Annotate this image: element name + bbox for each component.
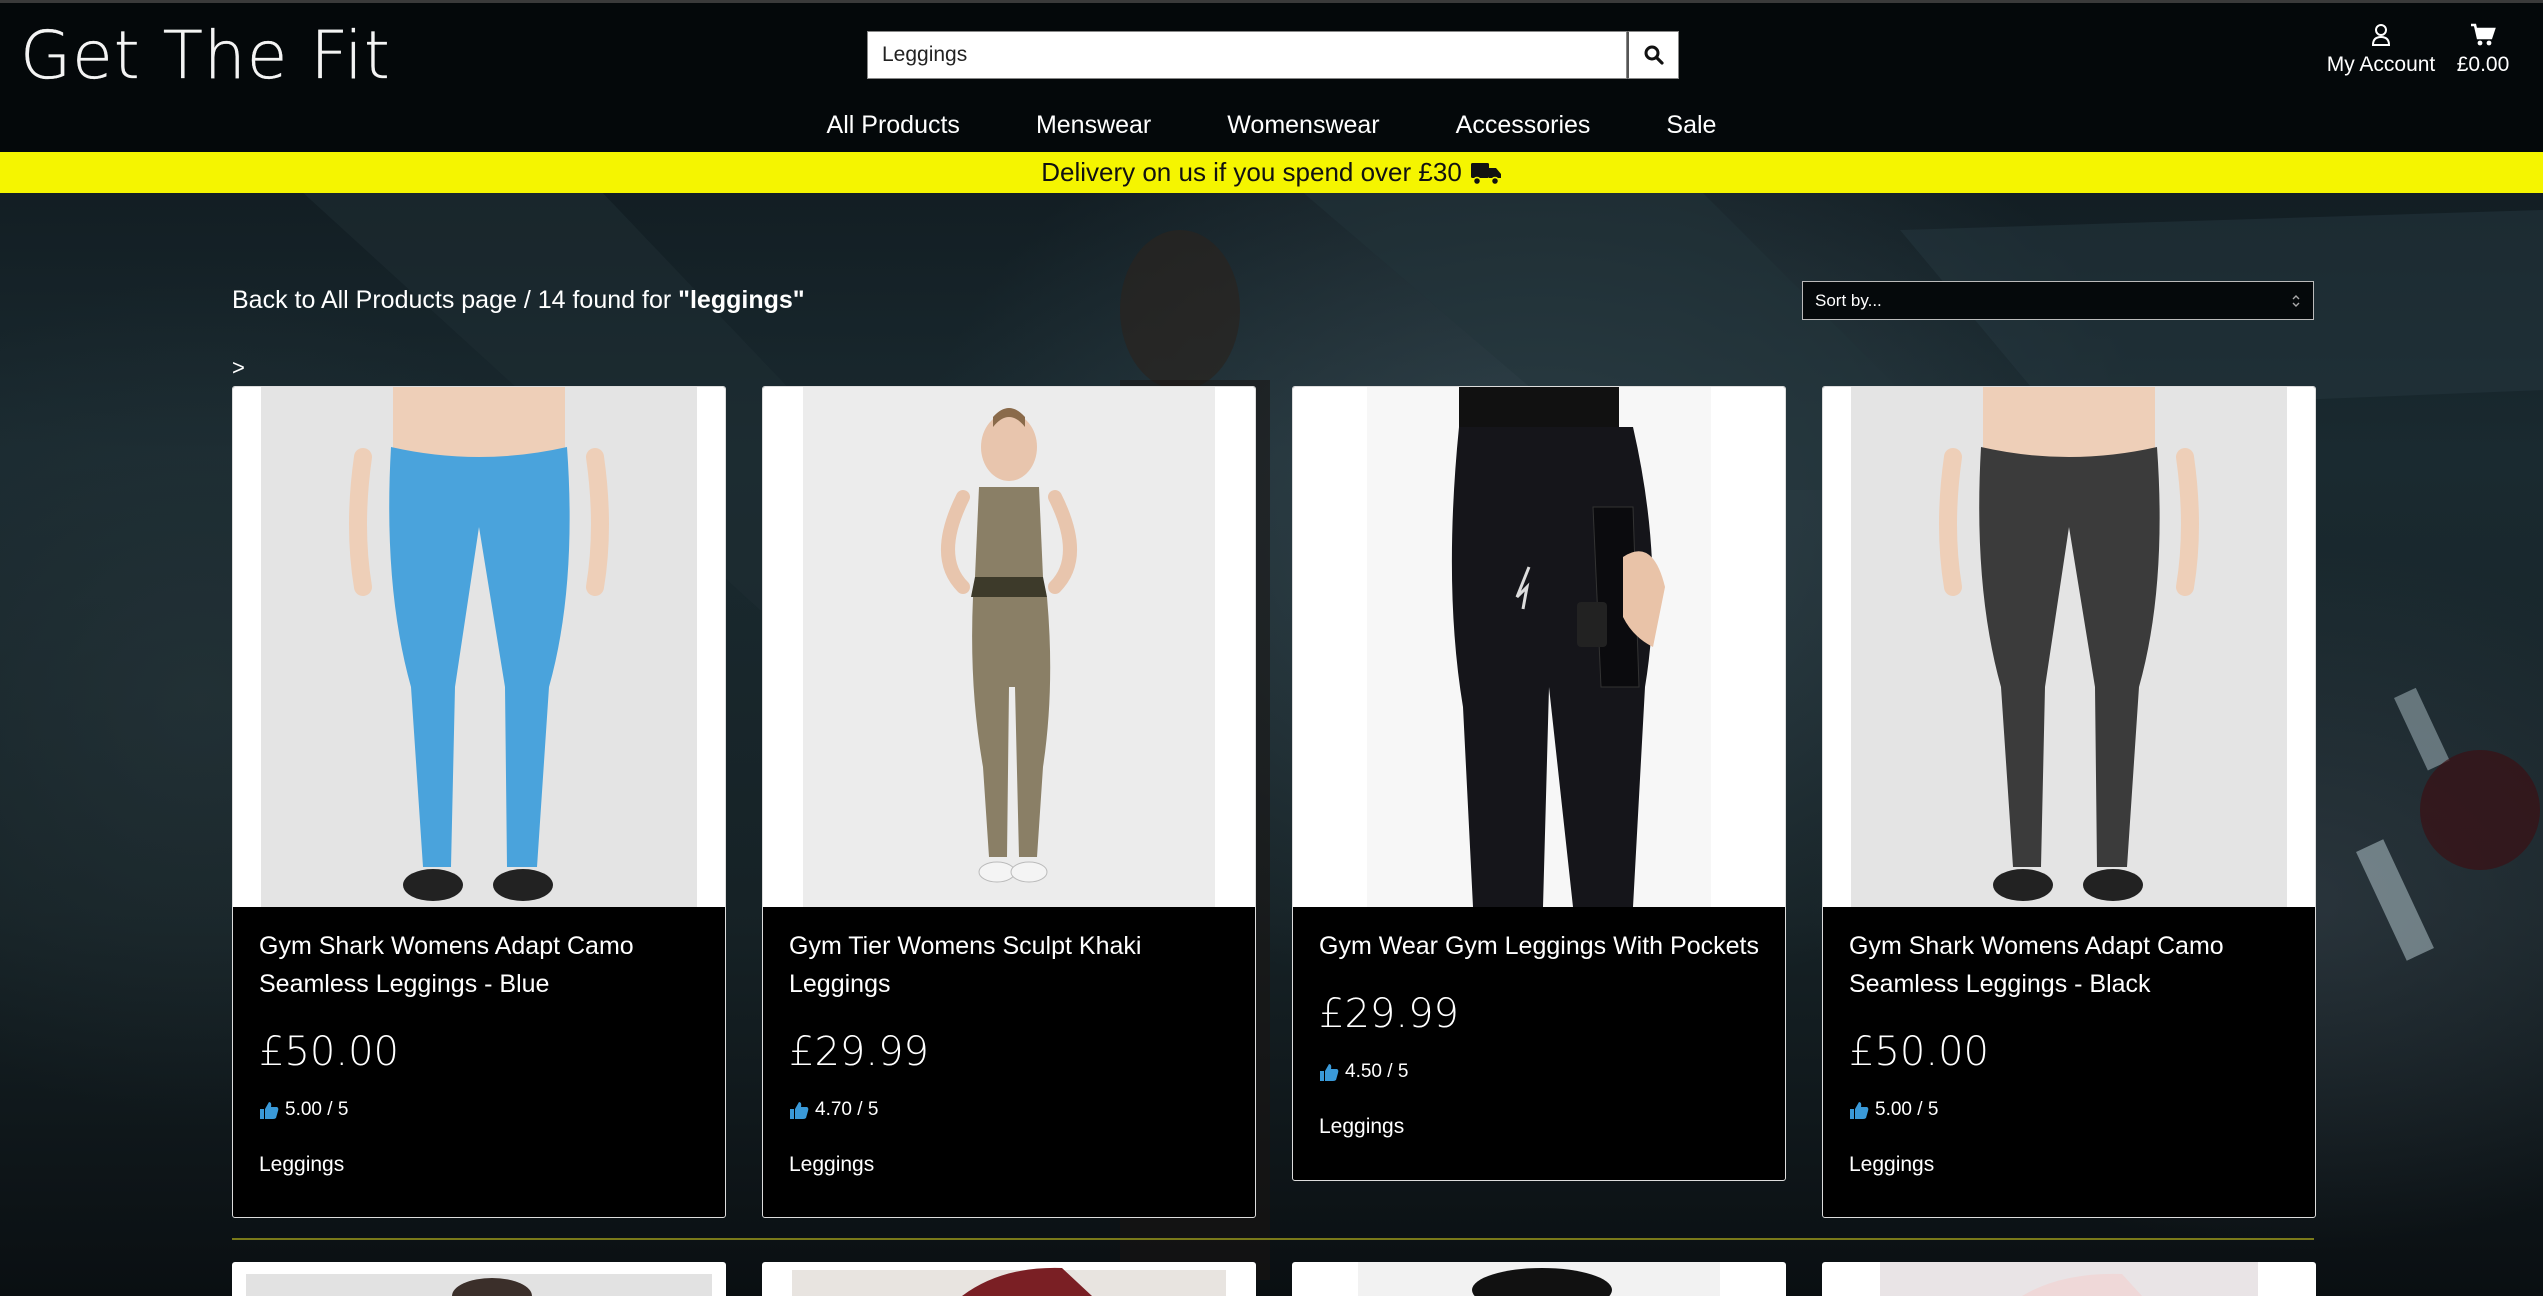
product-card-partial[interactable] (1822, 1262, 2316, 1296)
product-category: Leggings (1319, 1115, 1405, 1138)
delivery-banner-text: Delivery on us if you spend over £30 (1041, 157, 1462, 187)
cart-icon (2471, 23, 2496, 46)
partial-product-image (246, 1274, 712, 1296)
product-card-partial[interactable] (1292, 1262, 1786, 1296)
product-title[interactable]: Gym Tier Womens Sculpt Khaki Leggings (763, 907, 1255, 1003)
product-category: Leggings (789, 1153, 875, 1176)
product-image[interactable] (763, 387, 1255, 907)
product-card[interactable]: Gym Shark Womens Adapt Camo Seamless Leg… (232, 386, 726, 1218)
nav-accessories[interactable]: Accessories (1456, 101, 1591, 151)
product-image[interactable] (1293, 387, 1785, 907)
product-card[interactable]: Gym Tier Womens Sculpt Khaki Leggings £2… (762, 386, 1256, 1218)
product-title[interactable]: Gym Shark Womens Adapt Camo Seamless Leg… (233, 907, 725, 1003)
product-card-partial[interactable] (762, 1262, 1256, 1296)
back-to-all-products-link[interactable]: Back to All Products page (232, 286, 517, 314)
site-header: Get The Fit My Account £0.00 All Product… (0, 0, 2543, 152)
search-input[interactable] (867, 31, 1627, 79)
nav-womenswear[interactable]: Womenswear (1227, 101, 1379, 151)
my-account-link[interactable]: My Account (2296, 23, 2466, 77)
my-account-label: My Account (2326, 53, 2436, 76)
search-button[interactable] (1627, 31, 1679, 79)
thumbs-up-icon (1850, 1102, 1869, 1119)
product-card[interactable]: Gym Wear Gym Leggings With Pockets £29.9… (1292, 386, 1786, 1181)
product-image[interactable] (233, 387, 725, 907)
partial-product-image (792, 1267, 1226, 1296)
nav-all-products[interactable]: All Products (827, 101, 960, 151)
partial-product-image (1358, 1262, 1720, 1296)
product-price: £50.00 (1849, 1029, 1989, 1075)
truck-icon (1470, 162, 1501, 185)
product-price: £50.00 (259, 1029, 399, 1075)
leggings-photo (1851, 387, 2287, 907)
leggings-photo (1367, 387, 1711, 907)
nav-menswear[interactable]: Menswear (1036, 101, 1151, 151)
product-category: Leggings (259, 1153, 345, 1176)
cart-link[interactable]: £0.00 (2450, 23, 2516, 77)
search-bar (867, 31, 1679, 79)
nav-sale[interactable]: Sale (1666, 101, 1716, 151)
breadcrumb-separator: / (516, 286, 538, 314)
thumbs-up-icon (260, 1102, 279, 1119)
leggings-photo (261, 387, 697, 907)
main-nav: All Products Menswear Womenswear Accesso… (0, 101, 2543, 151)
delivery-banner: Delivery on us if you spend over £30 (0, 152, 2543, 193)
cart-total: £0.00 (2456, 53, 2510, 76)
results-count: 14 found for (537, 286, 679, 314)
sort-select[interactable]: Sort by... (1802, 281, 2314, 320)
product-image[interactable] (1823, 387, 2315, 907)
sort-select-value: Sort by... (1815, 290, 1882, 310)
thumbs-up-icon (1320, 1064, 1339, 1081)
product-rating: 5.00 / 5 (233, 1075, 725, 1121)
product-card[interactable]: Gym Shark Womens Adapt Camo Seamless Leg… (1822, 386, 2316, 1218)
row-divider (232, 1238, 2314, 1240)
rating-value: 5.00 / 5 (1875, 1099, 1939, 1120)
search-query: "leggings" (678, 286, 805, 314)
product-rating: 4.70 / 5 (763, 1075, 1255, 1121)
rating-value: 4.70 / 5 (815, 1099, 879, 1120)
user-icon (2371, 24, 2391, 46)
caret-text: > (232, 355, 245, 380)
product-title[interactable]: Gym Wear Gym Leggings With Pockets (1293, 907, 1785, 965)
product-card-partial[interactable] (232, 1262, 726, 1296)
rating-value: 5.00 / 5 (285, 1099, 349, 1120)
site-logo[interactable]: Get The Fit (20, 17, 391, 94)
rating-value: 4.50 / 5 (1345, 1061, 1409, 1082)
product-category: Leggings (1849, 1153, 1935, 1176)
product-price: £29.99 (789, 1029, 929, 1075)
product-price: £29.99 (1319, 991, 1459, 1037)
search-icon (1644, 45, 1664, 65)
select-arrows-icon (2292, 294, 2300, 307)
product-rating: 4.50 / 5 (1293, 1037, 1785, 1083)
product-title[interactable]: Gym Shark Womens Adapt Camo Seamless Leg… (1823, 907, 2315, 1003)
results-breadcrumb: Back to All Products page / 14 found for… (232, 286, 805, 315)
thumbs-up-icon (790, 1102, 809, 1119)
product-grid: Gym Shark Womens Adapt Camo Seamless Leg… (232, 386, 2316, 1296)
partial-product-image (1880, 1262, 2258, 1296)
product-rating: 5.00 / 5 (1823, 1075, 2315, 1121)
leggings-photo (803, 387, 1215, 907)
